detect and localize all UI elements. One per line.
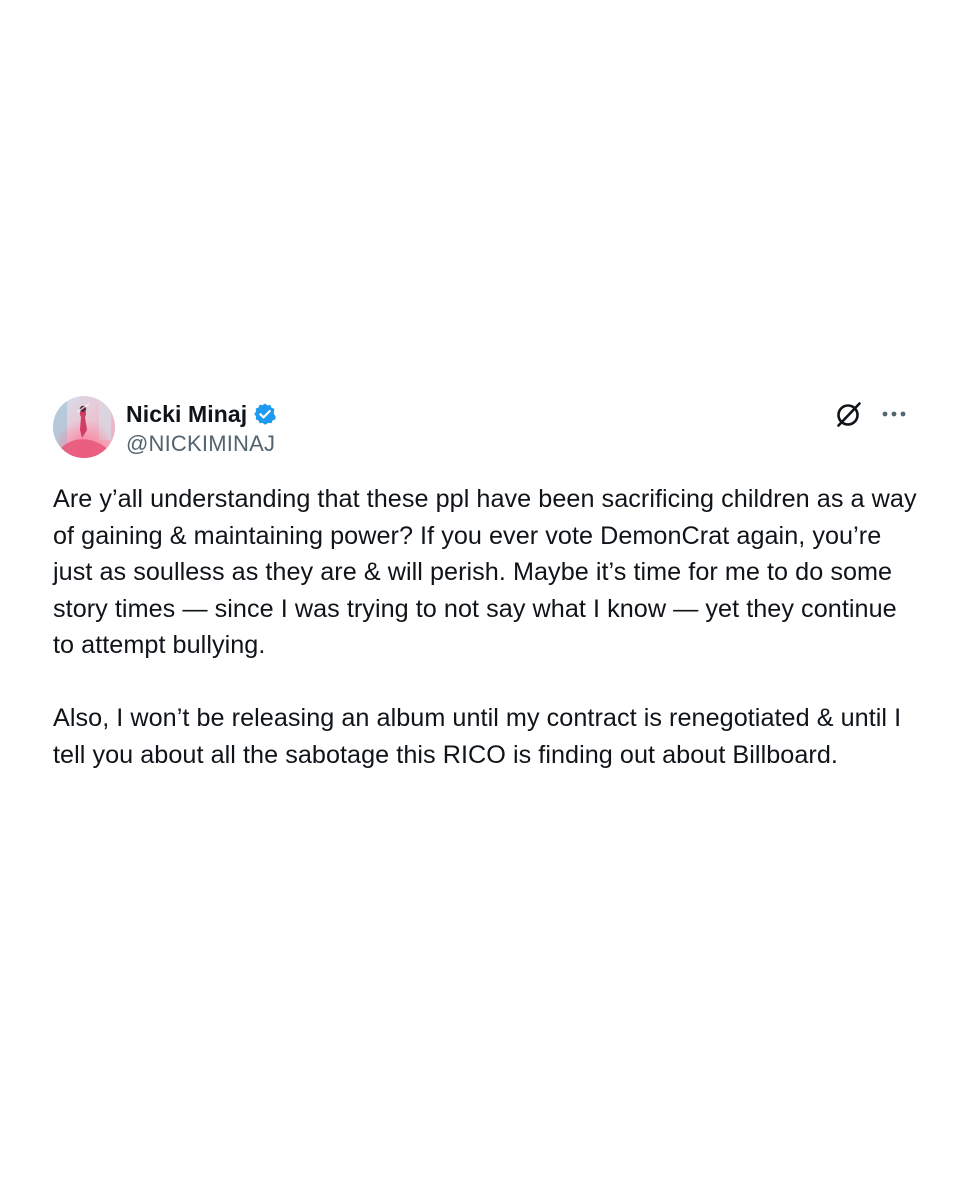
author-names: Nicki Minaj @NICKIMINAJ: [126, 400, 277, 457]
tweet-card: Nicki Minaj @NICKIMINAJ Are y’all unders…: [53, 396, 917, 773]
avatar-image: [53, 396, 115, 458]
tweet-header: Nicki Minaj @NICKIMINAJ: [53, 396, 908, 460]
tweet-actions: [835, 400, 908, 428]
tweet-paragraph: Are y’all understanding that these ppl h…: [53, 485, 917, 659]
more-horizontal-icon[interactable]: [880, 400, 908, 428]
tweet-text: Are y’all understanding that these ppl h…: [53, 481, 923, 773]
grok-icon[interactable]: [835, 400, 863, 428]
handle[interactable]: @NICKIMINAJ: [126, 431, 277, 457]
avatar[interactable]: [53, 396, 115, 458]
display-name[interactable]: Nicki Minaj: [126, 401, 247, 428]
verified-badge-icon[interactable]: [253, 402, 277, 426]
display-name-row: Nicki Minaj: [126, 400, 277, 428]
tweet-paragraph: Also, I won’t be releasing an album unti…: [53, 704, 902, 769]
